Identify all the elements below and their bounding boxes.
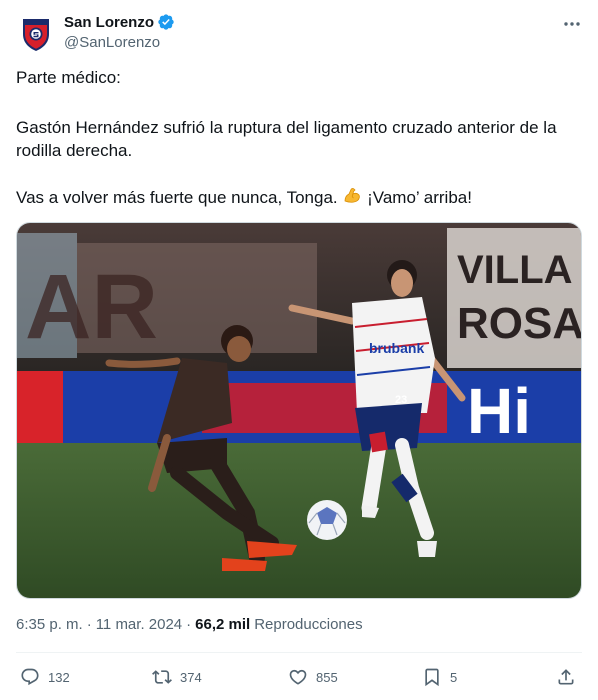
views-count[interactable]: 66,2 mil (195, 616, 250, 633)
football (307, 500, 347, 540)
share-button[interactable] (556, 664, 576, 690)
tweet-date[interactable]: 11 mar. 2024 (96, 616, 182, 633)
repost-icon (152, 670, 172, 684)
tweet-time[interactable]: 6:35 p. m. (16, 616, 83, 633)
flexed-biceps-icon (344, 188, 361, 203)
meta-separator: · (86, 616, 92, 633)
reply-count: 132 (48, 669, 70, 685)
author-name-row: San Lorenzo (64, 13, 175, 31)
bookmark-count: 5 (450, 669, 458, 685)
reply-icon (21, 668, 39, 686)
club-crest-icon (23, 19, 49, 51)
banner-letters-left: AR (25, 256, 158, 358)
tweet-paragraph-3: Vas a volver más fuerte que nunca, Tonga… (16, 186, 582, 209)
tweet-paragraph-3-end: ¡Vamo’ arriba! (367, 188, 472, 207)
tweet-paragraph-3-start: Vas a volver más fuerte que nunca, Tonga… (16, 188, 338, 207)
jersey-number: 23 (395, 394, 407, 406)
more-options-icon[interactable] (562, 14, 582, 34)
match-photo: AR VILLA ROSA Hi brubank 23 (17, 223, 582, 598)
tweet-paragraph-1: Parte médico: (16, 68, 121, 87)
tweet-paragraph-2: Gastón Hernández sufrió la ruptura del l… (16, 118, 557, 160)
tweet-meta: 6:35 p. m. · 11 mar. 2024 · 66,2 mil Rep… (16, 616, 363, 633)
verified-badge-icon (158, 14, 174, 30)
banner-text-villa: VILLA (457, 248, 573, 292)
like-button[interactable]: 855 (288, 664, 338, 690)
meta-separator-2: · (186, 616, 192, 633)
tweet-header: San Lorenzo @SanLorenzo (16, 10, 582, 54)
author-display-name[interactable]: San Lorenzo (64, 14, 154, 31)
divider (16, 652, 582, 653)
like-count: 855 (316, 669, 338, 685)
tweet-media-photo[interactable]: AR VILLA ROSA Hi brubank 23 (16, 222, 582, 599)
views-label[interactable]: Reproducciones (254, 616, 362, 633)
tweet-actions: 132 374 855 5 (16, 664, 582, 690)
reply-button[interactable]: 132 (20, 664, 70, 690)
author-handle[interactable]: @SanLorenzo (64, 34, 160, 51)
banner-text-rosa: ROSA (457, 299, 582, 348)
repost-count: 374 (180, 669, 202, 685)
avatar[interactable] (16, 14, 56, 54)
heart-icon (289, 669, 307, 685)
repost-button[interactable]: 374 (152, 664, 202, 690)
ad-board-text: Hi (467, 375, 531, 447)
bookmark-icon (425, 668, 439, 687)
bookmark-button[interactable]: 5 (422, 664, 457, 690)
jersey-sponsor: brubank (369, 340, 424, 356)
share-icon (558, 669, 574, 685)
